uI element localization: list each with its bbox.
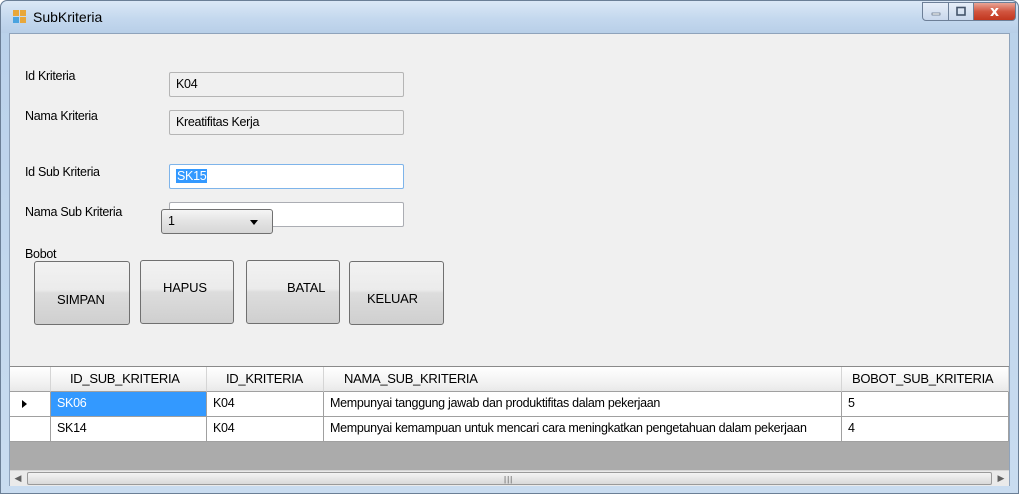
batal-label: BATAL	[287, 280, 326, 295]
close-icon: x	[989, 3, 1000, 20]
nama-kriteria-field[interactable]: Kreatifitas Kerja	[169, 110, 404, 135]
current-row-icon	[22, 400, 27, 408]
bobot-dropdown[interactable]: 1	[161, 209, 273, 234]
title-bar[interactable]: SubKriteria x	[1, 1, 1018, 33]
chevron-down-icon	[250, 220, 258, 225]
nama-kriteria-label: Nama Kriteria	[25, 109, 98, 123]
scrollbar-thumb[interactable]: |||	[27, 472, 992, 485]
window-title: SubKriteria	[33, 9, 103, 25]
close-button[interactable]: x	[973, 2, 1016, 21]
table-cell[interactable]: 4	[842, 417, 1009, 442]
table-cell[interactable]: Mempunyai kemampuan untuk mencari cara m…	[324, 417, 842, 442]
bobot-label: Bobot	[25, 247, 57, 261]
maximize-button[interactable]	[948, 2, 974, 21]
batal-button[interactable]: BATAL	[246, 260, 340, 324]
id-kriteria-field[interactable]: K04	[169, 72, 404, 97]
maximize-icon	[956, 6, 966, 16]
grip-icon: |||	[504, 475, 514, 484]
table-cell[interactable]: K04	[207, 392, 324, 417]
sub-kriteria-grid[interactable]: ID_SUB_KRITERIA ID_KRITERIA NAMA_SUB_KRI…	[10, 366, 1009, 486]
keluar-button[interactable]: KELUAR	[349, 261, 444, 325]
form-area: Id Kriteria K04 Nama Kriteria Kreatifita…	[9, 33, 1010, 486]
window: SubKriteria x Id Kriteria K04 Nama Krite…	[0, 0, 1019, 494]
simpan-label: SIMPAN	[57, 292, 105, 307]
id-sub-kriteria-field[interactable]: SK15	[169, 164, 404, 189]
id-sub-kriteria-label: Id Sub Kriteria	[25, 165, 100, 179]
nama-sub-kriteria-label: Nama Sub Kriteria	[25, 205, 123, 219]
hapus-label: HAPUS	[163, 280, 207, 295]
table-cell[interactable]: SK14	[51, 417, 207, 442]
bobot-value: 1	[168, 214, 175, 228]
minimize-button[interactable]	[922, 2, 949, 21]
column-header-bobot-sub[interactable]: BOBOT_SUB_KRITERIA	[842, 367, 1009, 392]
app-icon	[13, 10, 27, 24]
row-header[interactable]	[10, 392, 51, 417]
column-header-id-sub[interactable]: ID_SUB_KRITERIA	[51, 367, 207, 392]
table-cell[interactable]: SK06	[51, 392, 207, 417]
id-sub-kriteria-value: SK15	[176, 169, 208, 183]
column-header-nama-sub[interactable]: NAMA_SUB_KRITERIA	[324, 367, 842, 392]
row-header-corner	[10, 367, 51, 392]
scroll-left-icon[interactable]: ◀	[10, 471, 26, 486]
minimize-icon	[931, 12, 940, 15]
simpan-button[interactable]: SIMPAN	[34, 261, 130, 325]
column-header-id-kriteria[interactable]: ID_KRITERIA	[207, 367, 324, 392]
scroll-right-icon[interactable]: ▶	[993, 471, 1009, 486]
table-cell[interactable]: Mempunyai tanggung jawab dan produktifit…	[324, 392, 842, 417]
table-cell[interactable]: 5	[842, 392, 1009, 417]
table-cell[interactable]: K04	[207, 417, 324, 442]
keluar-label: KELUAR	[367, 291, 418, 306]
hapus-button[interactable]: HAPUS	[140, 260, 234, 324]
horizontal-scrollbar[interactable]: ◀ ||| ▶	[10, 470, 1009, 486]
row-header[interactable]	[10, 417, 51, 442]
id-kriteria-label: Id Kriteria	[25, 69, 76, 83]
